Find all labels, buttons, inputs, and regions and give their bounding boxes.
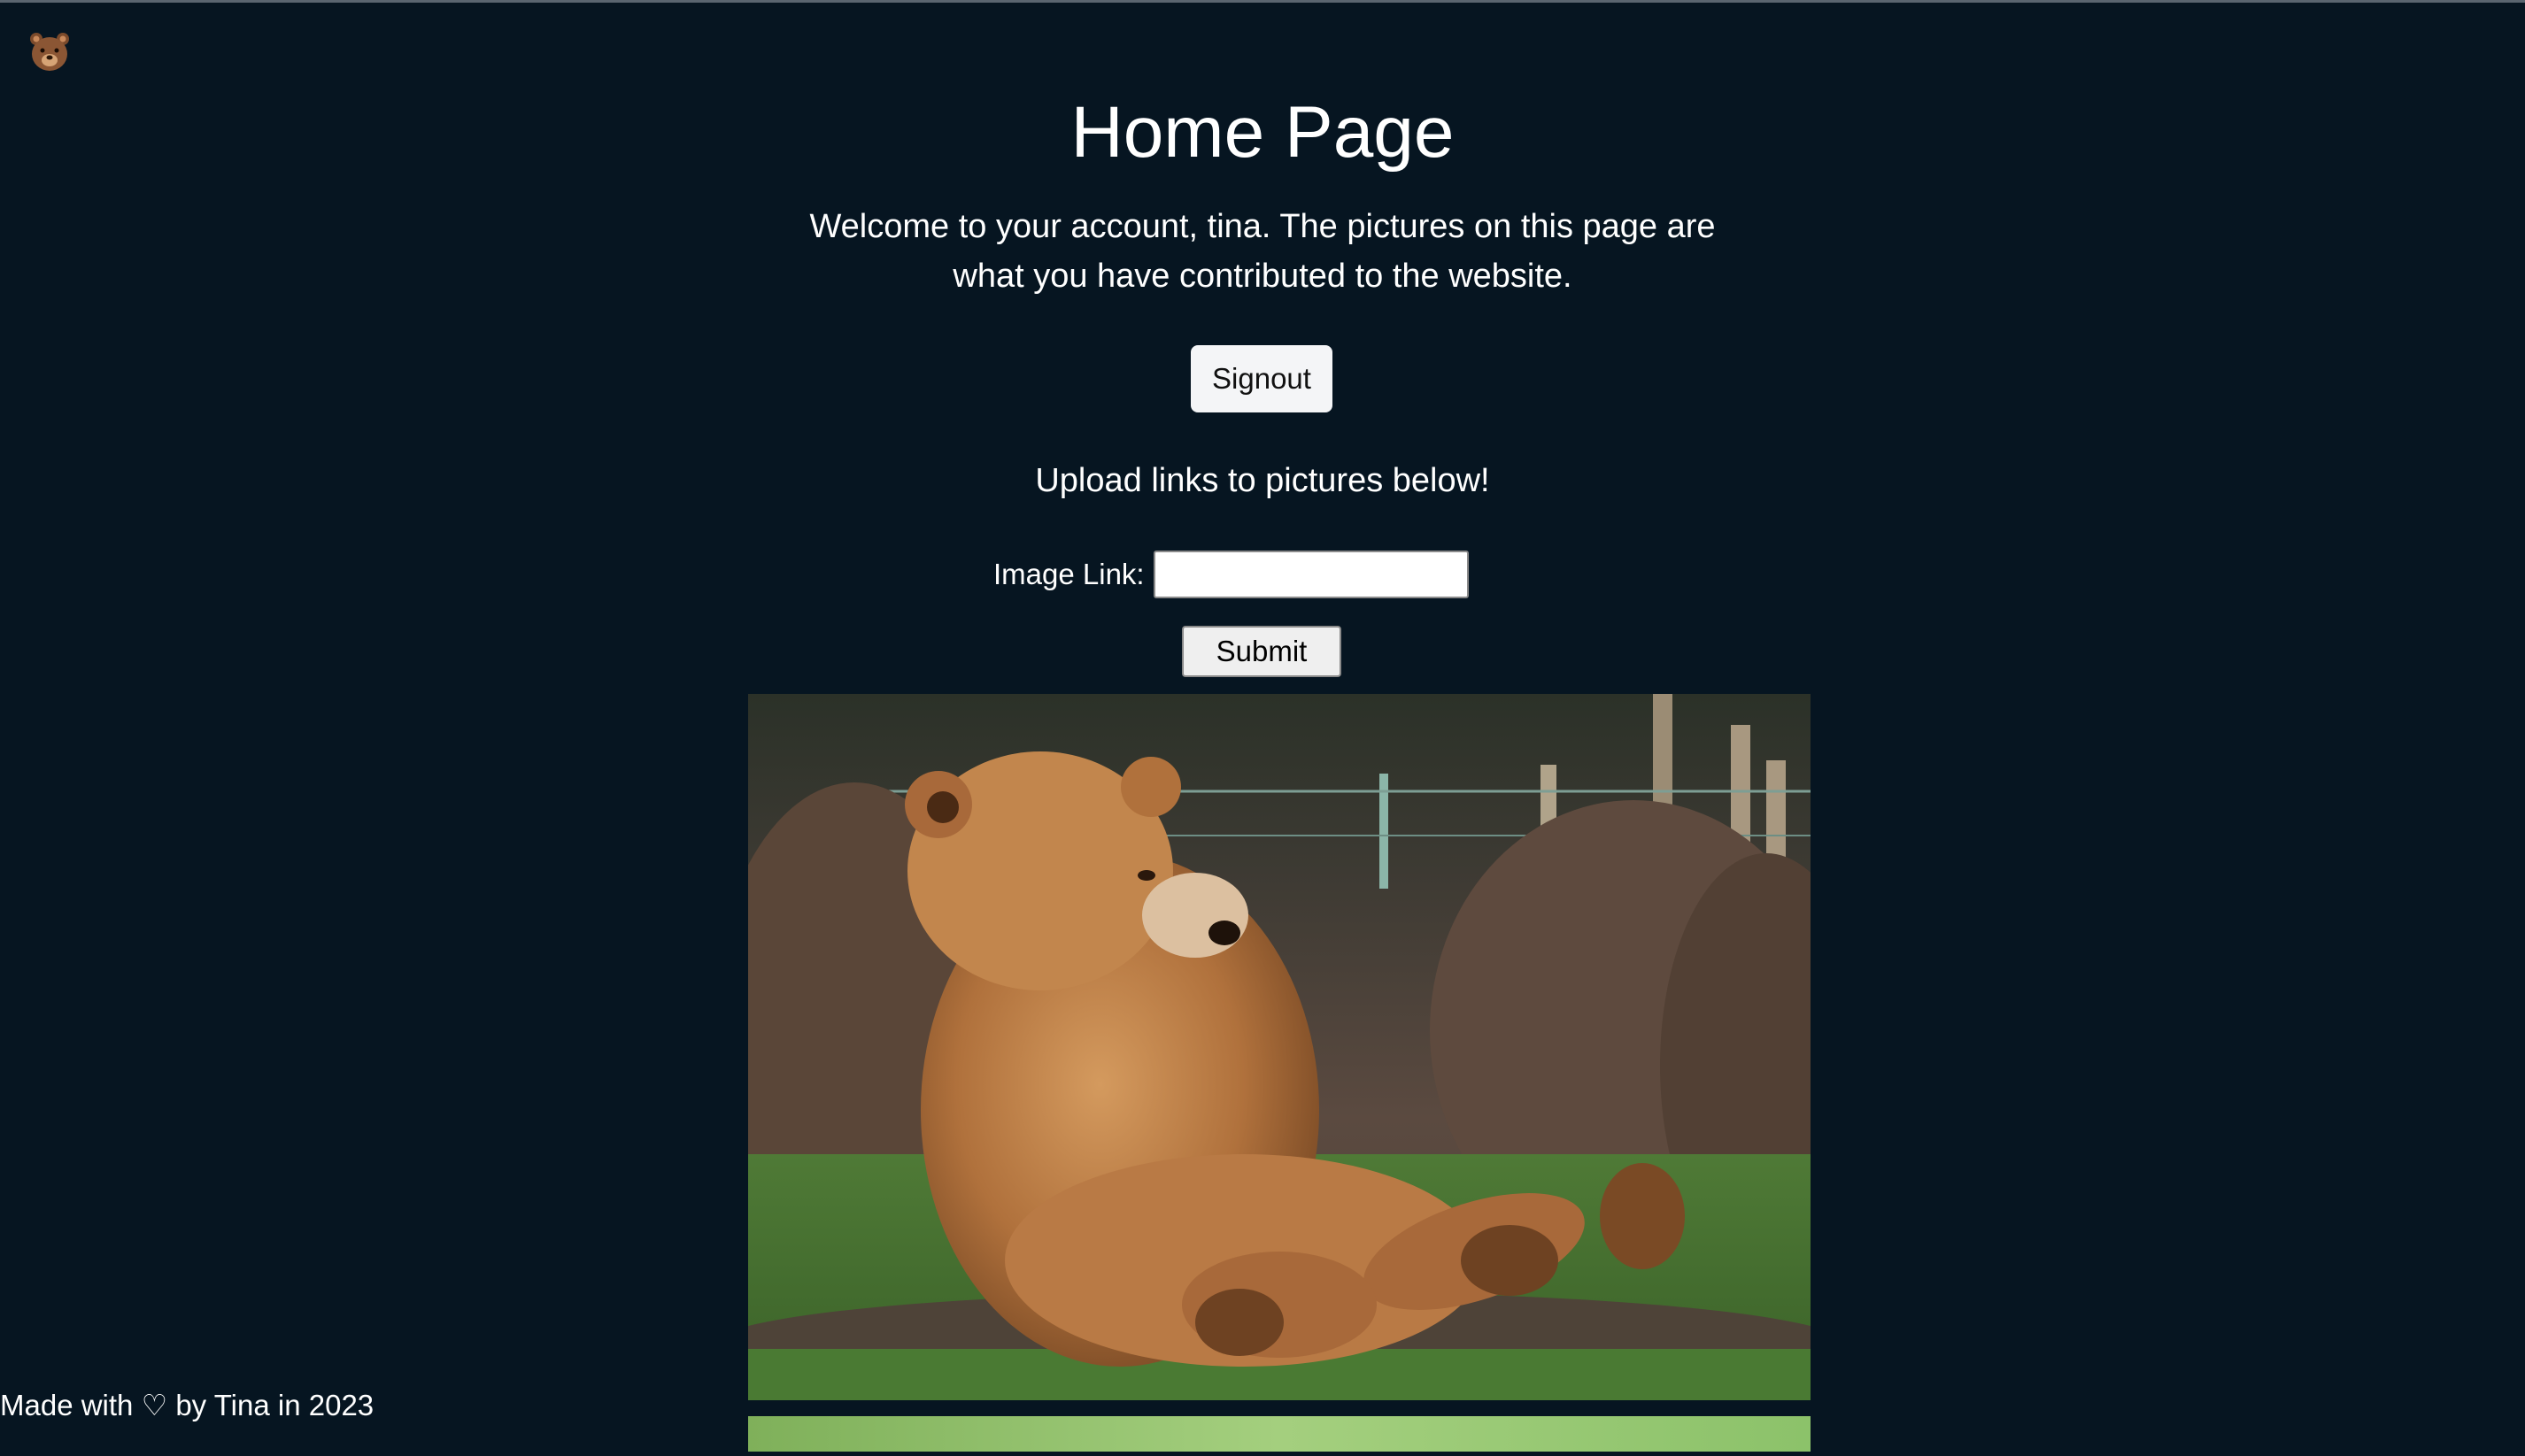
footer-credit: Made with ♡ by Tina in 2023 [0, 1389, 375, 1421]
image-link-input[interactable] [1153, 551, 1469, 598]
page-title: Home Page [1070, 92, 1455, 173]
image-link-form-row: Image Link: [993, 549, 1469, 600]
signout-button[interactable]: Signout [1191, 345, 1332, 412]
upload-instructions: Upload links to pictures below! [1035, 462, 1490, 499]
gallery-image-grass [748, 1416, 1811, 1452]
bear-face-icon [28, 30, 71, 73]
top-border [0, 0, 2525, 3]
submit-button[interactable]: Submit [1182, 626, 1341, 677]
image-link-label: Image Link: [993, 558, 1145, 590]
welcome-message: Welcome to your account, tina. The pictu… [809, 208, 1716, 295]
gallery-image-bear [704, 694, 1873, 1400]
